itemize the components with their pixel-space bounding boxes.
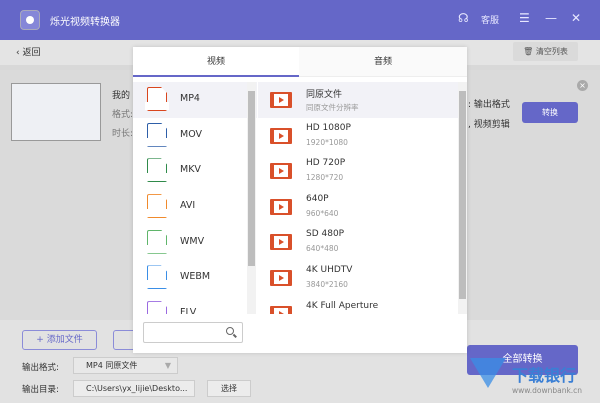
format-popup: 视频 音频 MP4 MP4 MOV MOV MKV MKV AVI AVI WM… — [133, 47, 467, 353]
app-logo-icon — [20, 10, 40, 30]
convert-button[interactable]: 转换 — [522, 102, 578, 123]
watermark-url: www.downbank.cn — [512, 386, 582, 395]
preset-name: 同原文件 — [306, 87, 342, 100]
mov-file-icon: MOV — [145, 123, 170, 149]
format-label: 格式: — [112, 107, 133, 120]
tab-audio[interactable]: 音频 — [299, 47, 467, 77]
preset-resolution: 960*640 — [306, 209, 338, 218]
output-format-label: 输出格式: — [22, 361, 59, 373]
film-icon — [270, 270, 292, 286]
clear-list-button[interactable]: 🗑 清空列表 — [513, 42, 578, 61]
film-icon — [270, 234, 292, 250]
preset-item[interactable]: 同原文件 同原文件分辨率 — [258, 82, 458, 118]
preset-item[interactable]: 4K UHDTV 3840*2160 — [258, 260, 458, 296]
add-file-button[interactable]: + 添加文件 — [22, 330, 97, 350]
format-name: MP4 — [180, 93, 200, 104]
search-icon[interactable] — [226, 327, 234, 335]
film-icon — [270, 199, 292, 215]
preset-name: SD 480P — [306, 229, 344, 239]
close-icon[interactable]: ✕ — [571, 11, 581, 25]
preset-resolution: 640*480 — [306, 244, 338, 253]
preset-resolution: 3840*2160 — [306, 280, 348, 289]
preset-name: 4K Full Aperture — [306, 301, 378, 311]
scrollbar-thumb[interactable] — [459, 91, 466, 299]
video-edit-link[interactable]: , 视频剪辑 — [468, 117, 510, 130]
film-icon — [270, 92, 292, 108]
format-item-webm[interactable]: WEBM WEBM — [133, 260, 257, 296]
format-name: MKV — [180, 164, 201, 175]
flv-file-icon: FLV — [145, 301, 170, 314]
menu-icon[interactable]: ☰ — [519, 11, 530, 25]
output-dir-label: 输出目录: — [22, 383, 59, 395]
add-file-label: 添加文件 — [47, 335, 83, 345]
clear-list-label: 清空列表 — [536, 47, 568, 56]
preset-name: HD 1080P — [306, 123, 351, 133]
choose-dir-button[interactable]: 选择 — [207, 380, 251, 397]
mp4-file-icon: MP4 — [145, 87, 170, 113]
remove-file-icon[interactable]: × — [577, 80, 588, 91]
title-bar: 烁光视频转换器 ☊ 客服 ☰ — ✕ — [0, 0, 600, 40]
preset-resolution: 1920*1080 — [306, 138, 348, 147]
format-list: MP4 MP4 MOV MOV MKV MKV AVI AVI WMV WMV … — [133, 82, 257, 314]
format-item-mov[interactable]: MOV MOV — [133, 118, 257, 154]
headset-icon[interactable]: ☊ — [458, 11, 469, 25]
preset-item[interactable]: 640P 960*640 — [258, 189, 458, 225]
film-icon — [270, 306, 292, 314]
output-format-link[interactable]: : 输出格式 — [468, 97, 510, 110]
format-item-flv[interactable]: FLV FLV — [133, 296, 257, 314]
app-title: 烁光视频转换器 — [50, 13, 120, 28]
preset-name: 4K UHDTV — [306, 265, 352, 275]
scrollbar-thumb[interactable] — [248, 91, 255, 266]
film-icon — [270, 163, 292, 179]
format-name: FLV — [180, 307, 196, 314]
tab-video[interactable]: 视频 — [133, 47, 299, 77]
watermark-logo-icon — [470, 358, 506, 388]
preset-list: 同原文件 同原文件分辨率 HD 1080P 1920*1080 HD 720P … — [258, 82, 458, 314]
output-format-value: MP4 同原文件 — [86, 361, 137, 370]
avi-file-icon: AVI — [145, 194, 170, 220]
back-label: 返回 — [22, 48, 40, 58]
minimize-icon[interactable]: — — [545, 11, 557, 25]
preset-name: HD 720P — [306, 158, 345, 168]
format-item-mkv[interactable]: MKV MKV — [133, 153, 257, 189]
video-thumbnail — [11, 83, 101, 141]
back-button[interactable]: ‹ 返回 — [16, 45, 40, 58]
preset-item[interactable]: 4K Full Aperture — [258, 296, 458, 314]
file-name: 我的 — [112, 88, 130, 101]
wmv-file-icon: WMV — [145, 230, 170, 256]
preset-resolution: 1280*720 — [306, 173, 343, 182]
preset-item[interactable]: HD 1080P 1920*1080 — [258, 118, 458, 154]
output-dir-field[interactable]: C:\Users\yx_lijie\Deskto... — [73, 380, 195, 397]
preset-item[interactable]: HD 720P 1280*720 — [258, 153, 458, 189]
mkv-file-icon: MKV — [145, 158, 170, 184]
format-search-input[interactable] — [143, 322, 243, 343]
film-icon — [270, 128, 292, 144]
format-name: AVI — [180, 200, 195, 211]
watermark-title: 下载银行 — [512, 362, 576, 386]
output-format-select[interactable]: MP4 同原文件 ▼ — [73, 357, 178, 374]
webm-file-icon: WEBM — [145, 265, 170, 291]
format-name: WEBM — [180, 271, 210, 282]
trash-icon: 🗑 — [523, 47, 533, 56]
format-item-mp4[interactable]: MP4 MP4 — [133, 82, 257, 118]
format-name: WMV — [180, 236, 204, 247]
watermark: 下载银行 www.downbank.cn — [470, 358, 600, 403]
customer-service-link[interactable]: 客服 — [481, 13, 499, 26]
format-list-scrollbar[interactable] — [247, 82, 256, 314]
format-name: MOV — [180, 129, 202, 140]
preset-name: 640P — [306, 194, 329, 204]
preset-resolution: 同原文件分辨率 — [306, 102, 359, 113]
preset-item[interactable]: SD 480P 640*480 — [258, 224, 458, 260]
format-item-wmv[interactable]: WMV WMV — [133, 225, 257, 261]
format-item-avi[interactable]: AVI AVI — [133, 189, 257, 225]
duration-label: 时长: — [112, 126, 133, 139]
preset-list-scrollbar[interactable] — [458, 82, 467, 314]
chevron-down-icon: ▼ — [165, 358, 171, 373]
